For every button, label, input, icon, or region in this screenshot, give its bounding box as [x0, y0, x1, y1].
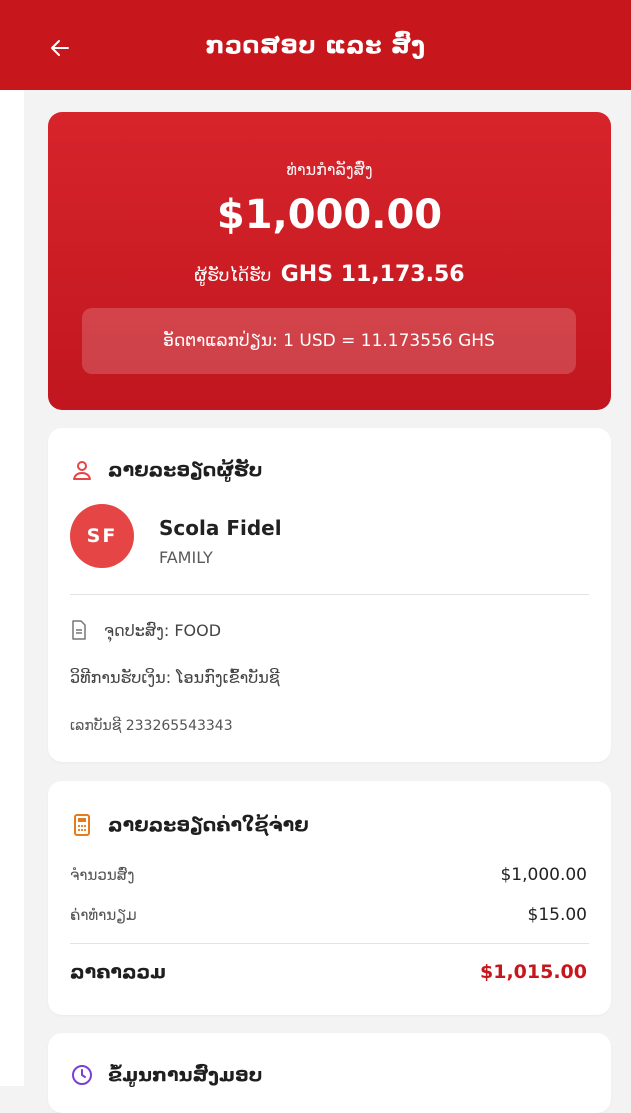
exchange-rate-box: ອັດຕາແລກປ່ຽນ: 1 USD = 11.173556 GHS — [82, 308, 576, 374]
divider — [70, 594, 589, 595]
receive-amount: GHS 11,173.56 — [280, 262, 465, 287]
sending-label: ທ່ານກໍາລັງສົ່ງ — [286, 160, 373, 179]
cost-label: ຈໍານວນສົ່ງ — [70, 866, 135, 884]
arrow-left-icon — [51, 40, 69, 56]
cost-value: $1,000.00 — [500, 865, 587, 885]
receive-method-text: ວິທີການຮັບເງິນ: ໂອນກົງເຂົ້າບັນຊີ — [70, 668, 280, 687]
delivery-info-card: ຂໍ້ມູນການສົ່ງມອບ — [48, 1033, 611, 1113]
recipient-relationship: FAMILY — [159, 548, 213, 567]
cost-row-total: ລາຄາລວມ $1,015.00 — [70, 961, 587, 983]
calculator-icon — [70, 813, 94, 837]
exchange-rate-text: ອັດຕາແລກປ່ຽນ: 1 USD = 11.173556 GHS — [163, 331, 495, 351]
receive-line: ຜູ້ຮັບໄດ້ຮັບ GHS 11,173.56 — [48, 262, 611, 287]
cost-details-card: ລາຍລະອຽດຄ່າໃຊ້ຈ່າຍ ຈໍານວນສົ່ງ $1,000.00 … — [48, 781, 611, 1015]
delivery-section-title: ຂໍ້ມູນການສົ່ງມອບ — [108, 1064, 263, 1086]
receive-method-row: ວິທີການຮັບເງິນ: ໂອນກົງເຂົ້າບັນຊີ — [70, 668, 280, 687]
delivery-section-header: ຂໍ້ມູນການສົ່ງມອບ — [70, 1063, 262, 1087]
total-label: ລາຄາລວມ — [70, 961, 167, 983]
cost-section-title: ລາຍລະອຽດຄ່າໃຊ້ຈ່າຍ — [108, 814, 309, 836]
receive-label: ຜູ້ຮັບໄດ້ຮັບ — [194, 266, 272, 286]
recipient-details-card: ລາຍລະອຽດຜູ້ຮັບ SF Scola Fidel FAMILY ຈຸດ… — [48, 428, 611, 762]
cost-label: ຄ່າທໍານຽມ — [70, 906, 137, 924]
total-value: $1,015.00 — [480, 961, 587, 983]
left-edge-strip — [0, 90, 24, 1086]
account-number-text: ເລກບັນຊີ 233265543343 — [70, 718, 233, 734]
cost-value: $15.00 — [527, 905, 587, 925]
top-app-bar: ກວດສອບ ແລະ ສົ່ງ — [0, 0, 631, 90]
send-amount: $1,000.00 — [216, 192, 443, 238]
cost-row-send-amount: ຈໍານວນສົ່ງ $1,000.00 — [70, 865, 587, 885]
account-row: ເລກບັນຊີ 233265543343 — [70, 718, 233, 734]
recipient-name: Scola Fidel — [159, 516, 282, 540]
cost-section-header: ລາຍລະອຽດຄ່າໃຊ້ຈ່າຍ — [70, 813, 309, 837]
recipient-section-header: ລາຍລະອຽດຜູ້ຮັບ — [70, 458, 262, 482]
divider — [70, 943, 589, 944]
clock-icon — [70, 1063, 94, 1087]
document-icon — [70, 620, 88, 640]
avatar: SF — [70, 504, 134, 568]
amount-summary-card: ທ່ານກໍາລັງສົ່ງ $1,000.00 ຜູ້ຮັບໄດ້ຮັບ GH… — [48, 112, 611, 410]
purpose-text: ຈຸດປະສົງ: FOOD — [104, 620, 222, 640]
page-title: ກວດສອບ ແລະ ສົ່ງ — [205, 31, 426, 59]
purpose-row: ຈຸດປະສົງ: FOOD — [70, 620, 221, 640]
back-button[interactable] — [42, 30, 78, 66]
recipient-section-title: ລາຍລະອຽດຜູ້ຮັບ — [108, 459, 263, 481]
user-icon — [70, 458, 94, 482]
cost-row-fee: ຄ່າທໍານຽມ $15.00 — [70, 905, 587, 925]
